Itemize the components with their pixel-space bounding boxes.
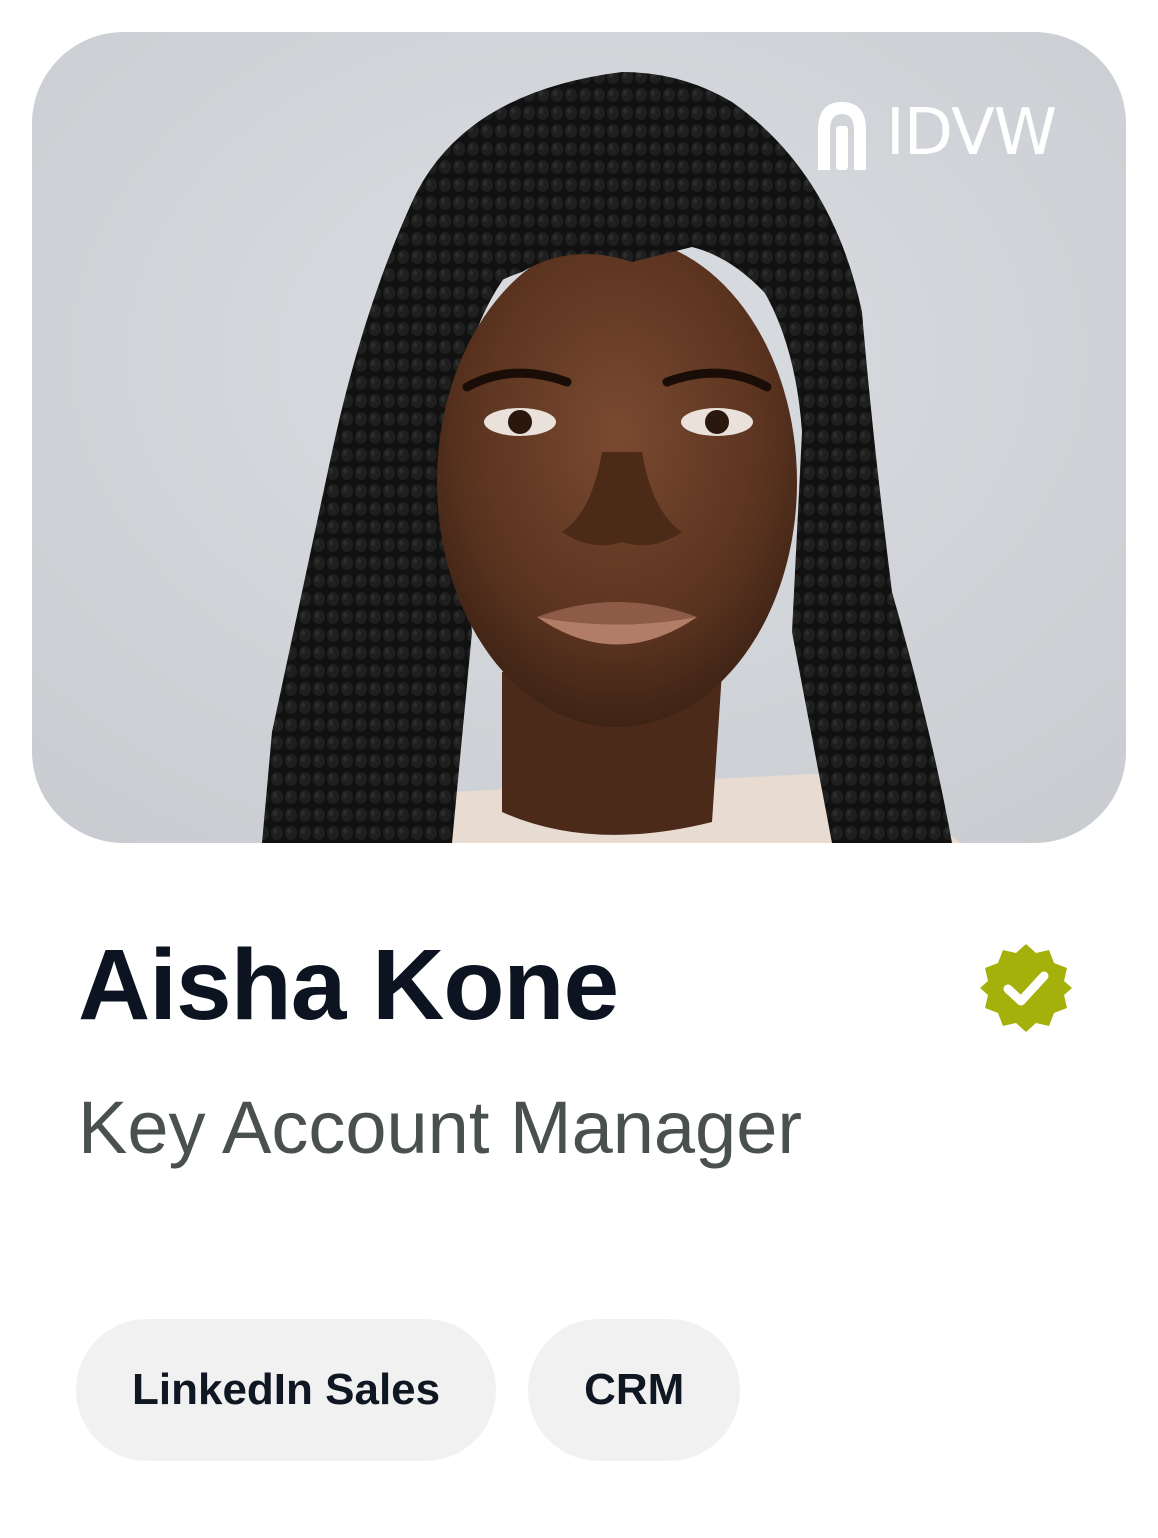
tag-crm[interactable]: CRM xyxy=(528,1319,741,1461)
profile-name: Aisha Kone xyxy=(78,929,619,1041)
tag-linkedin-sales[interactable]: LinkedIn Sales xyxy=(76,1319,497,1461)
idvw-logo-icon xyxy=(817,102,866,170)
skill-tags: LinkedIn Sales CRM xyxy=(76,1319,741,1461)
brand-logo: IDVW xyxy=(812,96,1057,170)
verified-badge-icon xyxy=(980,944,1072,1032)
profile-card: IDVW Aisha Kone Key Account Manager Link… xyxy=(0,0,1158,1538)
profile-role: Key Account Manager xyxy=(78,1086,802,1169)
profile-photo: IDVW xyxy=(32,32,1126,843)
brand-logo-text: IDVW xyxy=(885,96,1057,170)
